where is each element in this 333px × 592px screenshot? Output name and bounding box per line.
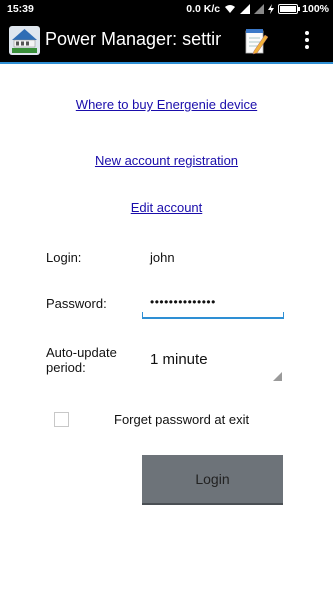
power-manager-app-icon[interactable] [9,26,40,55]
spinner-arrow-icon [273,372,282,381]
login-button[interactable]: Login [142,455,283,505]
status-bar: 15:39 0.0 K/c 100% [0,0,333,19]
auto-update-spinner[interactable]: 1 minute [142,339,284,383]
edit-account-link[interactable]: Edit account [0,200,333,215]
status-indicators: 0.0 K/c 100% [186,3,329,15]
network-speed: 0.0 K/c [186,3,221,15]
status-time: 15:39 [7,3,34,15]
battery-percent: 100% [302,3,329,15]
login-label: Login: [46,250,82,265]
notepad-pencil-icon[interactable] [244,27,268,55]
signal-icon-2 [254,4,265,14]
buy-device-link[interactable]: Where to buy Energenie device [0,97,333,112]
auto-update-label: Auto-update period: [46,345,117,375]
forget-password-label: Forget password at exit [114,412,250,427]
wifi-icon [225,5,236,13]
auto-update-value: 1 minute [150,351,208,368]
action-bar: Power Manager: settings [0,19,333,64]
battery-icon [278,4,301,14]
password-value: •••••••••••••• [150,295,216,309]
login-input[interactable]: john [150,250,175,265]
overflow-menu-icon[interactable] [300,29,314,53]
charging-icon [268,4,275,14]
forget-password-checkbox[interactable] [54,412,69,427]
password-input[interactable]: •••••••••••••• [142,289,284,319]
password-label: Password: [46,296,107,311]
page-title: Power Manager: settings [45,29,221,49]
new-account-link[interactable]: New account registration [0,153,333,168]
signal-icon [240,4,251,14]
